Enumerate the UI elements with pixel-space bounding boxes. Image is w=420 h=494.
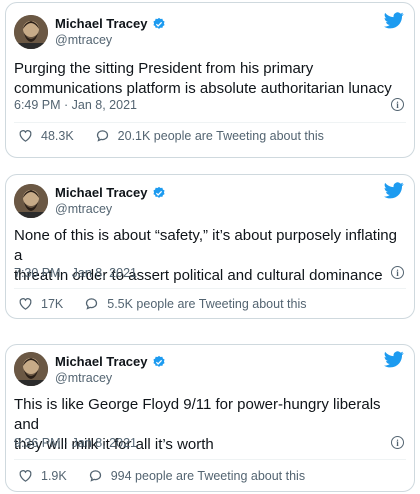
tweet-card[interactable]: Michael Tracey @mtracey This is like Geo… xyxy=(5,344,415,492)
info-icon[interactable]: i xyxy=(391,266,404,279)
tweeting-about-text: 994 people are Tweeting about this xyxy=(110,468,306,483)
like-count: 48.3K xyxy=(41,128,74,143)
tweet-timestamp[interactable]: 7:30 PM · Jan 8, 2021 xyxy=(14,266,137,280)
verified-badge-icon xyxy=(152,186,165,198)
tweeting-about-link[interactable]: 5.5K people are Tweeting about this xyxy=(84,296,306,311)
twitter-bird-icon[interactable] xyxy=(384,182,404,199)
twitter-bird-icon[interactable] xyxy=(384,12,404,29)
tweet-card[interactable]: Michael Tracey @mtracey Purging the sitt… xyxy=(5,2,415,158)
divider xyxy=(14,459,406,460)
tweeting-about-text: 20.1K people are Tweeting about this xyxy=(117,128,324,143)
tweet-timestamp[interactable]: 6:49 PM · Jan 8, 2021 xyxy=(14,98,137,112)
heart-icon xyxy=(19,130,32,142)
divider xyxy=(14,122,406,123)
info-icon[interactable]: i xyxy=(391,98,404,111)
like-button[interactable]: 17K xyxy=(18,296,63,311)
heart-icon xyxy=(19,298,32,310)
tweet-timestamp[interactable]: 9:36 PM · Jan 8, 2021 xyxy=(14,436,137,450)
info-icon[interactable]: i xyxy=(391,436,404,449)
speech-bubble-icon xyxy=(86,298,98,310)
author-name[interactable]: Michael Tracey xyxy=(55,185,148,201)
speech-bubble-icon xyxy=(89,470,101,482)
verified-badge-icon xyxy=(152,355,165,367)
author-handle[interactable]: @mtracey xyxy=(55,202,112,216)
tweeting-about-link[interactable]: 994 people are Tweeting about this xyxy=(88,468,305,483)
heart-icon xyxy=(19,470,32,482)
author-name[interactable]: Michael Tracey xyxy=(55,16,148,32)
tweeting-about-link[interactable]: 20.1K people are Tweeting about this xyxy=(95,128,324,143)
speech-bubble-icon xyxy=(96,130,108,142)
like-button[interactable]: 48.3K xyxy=(18,128,74,143)
like-button[interactable]: 1.9K xyxy=(18,468,67,483)
tweet-text: Purging the sitting President from his p… xyxy=(14,60,392,97)
twitter-bird-icon[interactable] xyxy=(384,351,404,368)
author-handle[interactable]: @mtracey xyxy=(55,33,112,47)
avatar[interactable] xyxy=(14,352,48,386)
avatar[interactable] xyxy=(14,15,48,49)
like-count: 1.9K xyxy=(41,468,67,483)
verified-badge-icon xyxy=(152,17,165,29)
tweet-card[interactable]: Michael Tracey @mtracey None of this is … xyxy=(5,174,415,319)
divider xyxy=(14,288,406,289)
avatar[interactable] xyxy=(14,184,48,218)
author-handle[interactable]: @mtracey xyxy=(55,371,112,385)
tweeting-about-text: 5.5K people are Tweeting about this xyxy=(107,296,307,311)
author-name[interactable]: Michael Tracey xyxy=(55,354,148,370)
like-count: 17K xyxy=(41,296,64,311)
